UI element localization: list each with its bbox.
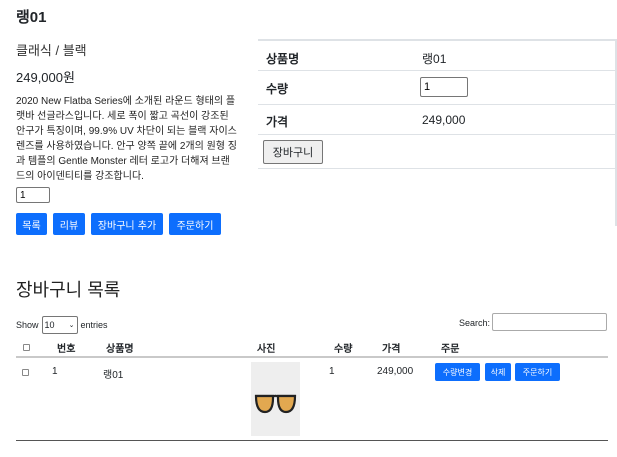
list-button[interactable]: 목록 (16, 213, 47, 235)
summary-panel-border (258, 39, 617, 41)
product-thumbnail (251, 362, 300, 436)
column-order[interactable]: 주문 (441, 340, 459, 355)
summary-divider (258, 70, 617, 71)
product-price: 249,000원 (16, 70, 75, 85)
summary-divider (258, 134, 617, 135)
row-qty: 1 (329, 366, 335, 377)
column-photo[interactable]: 사진 (257, 340, 275, 355)
table-bottom-border (16, 440, 608, 441)
change-qty-button[interactable]: 수량변경 (435, 363, 480, 381)
row-order-button[interactable]: 주문하기 (515, 363, 560, 381)
product-title: 랭01 (16, 9, 47, 26)
product-subtitle: 클래식 / 블랙 (16, 43, 87, 58)
show-label: Show (16, 320, 39, 330)
sunglasses-icon (254, 394, 297, 414)
page-length-value: 10 (44, 320, 55, 330)
summary-qty-input[interactable] (420, 77, 468, 97)
row-price: 249,000 (377, 366, 414, 377)
row-number: 1 (52, 366, 58, 377)
order-button[interactable]: 주문하기 (169, 213, 221, 235)
select-all-checkbox[interactable] (23, 344, 30, 351)
search-input[interactable] (492, 313, 607, 331)
row-product-name: 랭01 (103, 370, 124, 381)
summary-price-value: 249,000 (422, 113, 466, 127)
summary-price-label: 가격 (266, 115, 289, 129)
search-label: Search: (459, 318, 491, 328)
page-length-control: Show 10 ⌄ entries (16, 316, 108, 334)
row-checkbox[interactable] (22, 369, 29, 376)
summary-divider (258, 104, 617, 105)
add-cart-button[interactable]: 장바구니 추가 (91, 213, 163, 235)
product-quantity-input[interactable] (16, 187, 50, 203)
summary-divider (258, 168, 617, 169)
delete-button[interactable]: 삭제 (485, 363, 511, 381)
product-description: 2020 New Flatba Series에 소개된 라운드 형태의 플랫바 … (16, 96, 237, 182)
column-qty[interactable]: 수량 (334, 340, 352, 355)
page-length-select[interactable]: 10 ⌄ (41, 316, 78, 334)
summary-name-value: 랭01 (422, 52, 447, 66)
summary-name-label: 상품명 (266, 52, 300, 66)
entries-label: entries (80, 320, 108, 330)
summary-cart-button[interactable]: 장바구니 (263, 140, 323, 164)
column-price[interactable]: 가격 (382, 340, 400, 355)
column-number[interactable]: 번호 (57, 340, 75, 355)
review-button[interactable]: 리뷰 (53, 213, 85, 235)
table-header-divider (16, 356, 608, 358)
chevron-down-icon: ⌄ (68, 322, 75, 329)
column-name[interactable]: 상품명 (106, 340, 134, 355)
cart-section-title: 장바구니 목록 (16, 280, 121, 300)
summary-qty-label: 수량 (266, 82, 289, 96)
